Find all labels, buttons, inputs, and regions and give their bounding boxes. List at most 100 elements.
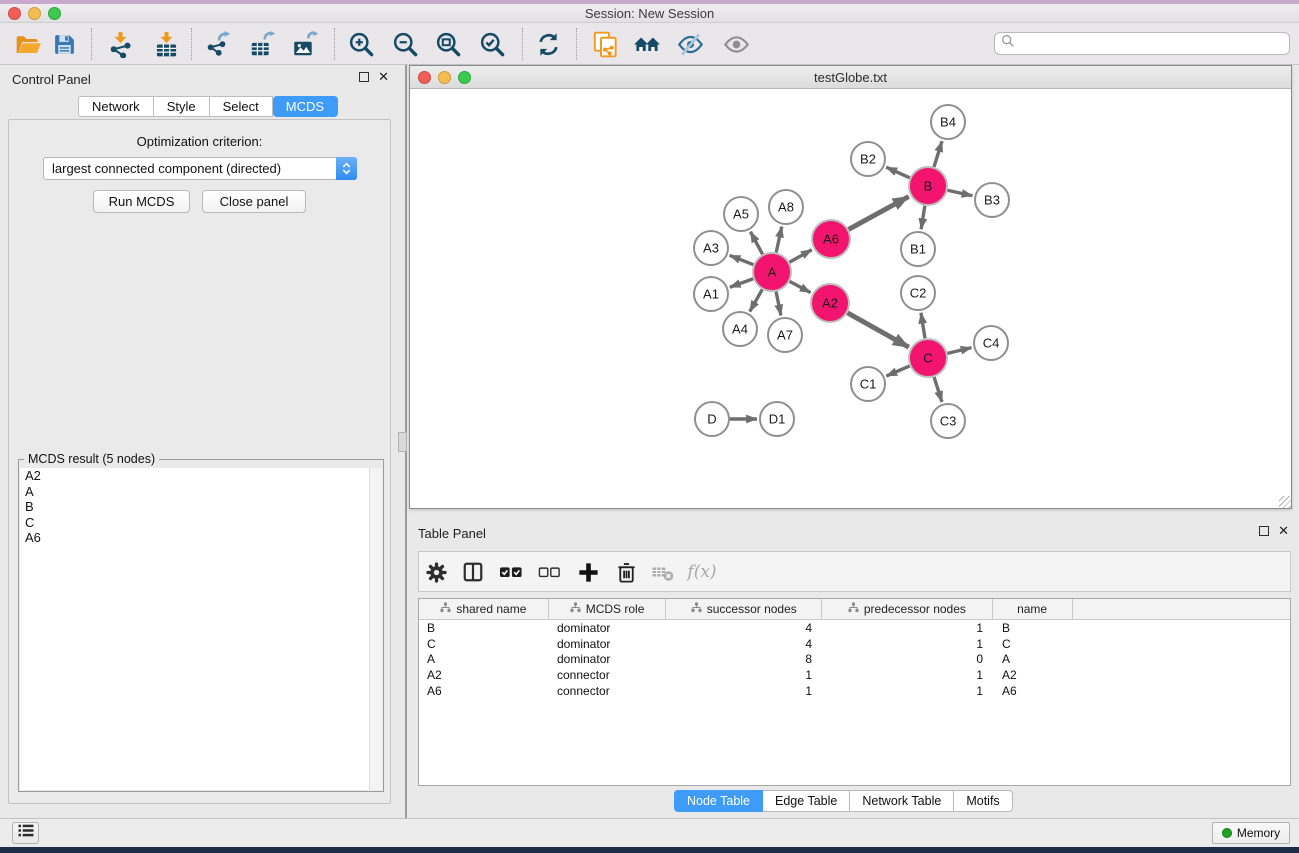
table-cell: A2 — [994, 668, 1074, 682]
graph-node-label: B1 — [910, 242, 926, 257]
graph-edge-B-B4[interactable] — [934, 141, 942, 167]
app-titlebar: Session: New Session — [0, 4, 1299, 23]
table-row[interactable]: A2connector11A2 — [419, 667, 1290, 683]
delete-table-icon — [647, 556, 679, 588]
tab-network-table[interactable]: Network Table — [850, 790, 954, 812]
graph-edge-A-A2[interactable] — [790, 281, 811, 292]
result-scrollbar[interactable] — [369, 468, 382, 790]
hide-selected-icon[interactable] — [672, 27, 708, 61]
tab-edge-table[interactable]: Edge Table — [763, 790, 850, 812]
result-item[interactable]: A — [20, 484, 382, 500]
desktop-wallpaper-bottom — [0, 847, 1299, 853]
resize-grip[interactable] — [1279, 496, 1291, 508]
table-row[interactable]: Bdominator41B — [419, 620, 1290, 636]
close-table-panel-icon[interactable]: ✕ — [1278, 526, 1289, 536]
table-row[interactable]: Adominator80A — [419, 651, 1290, 667]
graph-node-label: A7 — [777, 328, 793, 343]
export-image-icon[interactable] — [287, 27, 323, 61]
import-table-icon[interactable] — [148, 27, 184, 61]
graph-edge-A-A5[interactable] — [750, 232, 762, 255]
search-input[interactable] — [1019, 34, 1289, 53]
graph-edge-B-B2[interactable] — [886, 167, 910, 178]
export-table-icon[interactable] — [244, 27, 280, 61]
run-mcds-button[interactable]: Run MCDS — [93, 190, 190, 213]
graph-node-label: A6 — [823, 232, 839, 247]
mcds-result-title: MCDS result (5 nodes) — [24, 452, 159, 466]
criterion-dropdown[interactable]: largest connected component (directed) — [43, 157, 357, 180]
graph-edge-C-C4[interactable] — [947, 348, 971, 354]
open-session-icon[interactable] — [10, 27, 46, 61]
optimization-criterion-label: Optimization criterion: — [9, 134, 390, 149]
float-panel-icon[interactable] — [359, 72, 369, 82]
deselect-all-rows-icon[interactable] — [533, 556, 565, 588]
select-all-rows-icon[interactable] — [495, 556, 527, 588]
table-cell: A6 — [419, 684, 549, 698]
new-network-from-selection-icon[interactable] — [587, 27, 623, 61]
tab-mcds[interactable]: MCDS — [273, 96, 338, 117]
show-columns-icon[interactable] — [457, 556, 489, 588]
save-session-icon[interactable] — [46, 27, 82, 61]
result-item[interactable]: B — [20, 499, 382, 515]
graph-edge-A2-C[interactable] — [847, 313, 908, 347]
zoom-selected-icon[interactable] — [474, 27, 510, 61]
close-panel-icon[interactable]: ✕ — [378, 72, 389, 82]
graph-edge-A-A6[interactable] — [789, 250, 811, 262]
table-row[interactable]: A6connector11A6 — [419, 683, 1290, 699]
column-settings-icon[interactable] — [420, 556, 452, 588]
zoom-out-icon[interactable] — [387, 27, 423, 61]
splitter-grip[interactable] — [398, 432, 407, 452]
graph-edge-A-A7[interactable] — [776, 292, 781, 316]
column-header-predecessor-nodes[interactable]: predecessor nodes — [822, 599, 993, 619]
criterion-value: largest connected component (directed) — [44, 161, 336, 176]
close-panel-button[interactable]: Close panel — [202, 190, 306, 213]
graph-edge-B-B1[interactable] — [921, 206, 925, 229]
task-history-button[interactable] — [12, 822, 39, 844]
refresh-icon[interactable] — [530, 27, 566, 61]
graph-edge-A-A1[interactable] — [730, 279, 753, 287]
graph-edge-C-C2[interactable] — [921, 313, 925, 338]
zoom-fit-icon[interactable] — [430, 27, 466, 61]
float-table-panel-icon[interactable] — [1259, 526, 1269, 536]
table-panel-title: Table Panel — [418, 526, 486, 541]
table-cell: 0 — [823, 652, 994, 666]
graph-edge-C-C3[interactable] — [934, 377, 942, 402]
graph-edge-A-A4[interactable] — [750, 289, 762, 311]
tab-style[interactable]: Style — [154, 96, 210, 117]
column-header-shared-name[interactable]: shared name — [419, 599, 549, 619]
search-box[interactable] — [994, 32, 1290, 55]
tab-motifs[interactable]: Motifs — [954, 790, 1012, 812]
graph-edge-B-B3[interactable] — [948, 190, 973, 195]
create-column-icon[interactable] — [572, 556, 604, 588]
result-item[interactable]: A6 — [20, 530, 382, 546]
desktop: Session: New Session Control Panel ✕ Net… — [0, 0, 1299, 853]
graph-edge-A-A8[interactable] — [776, 227, 782, 253]
zoom-in-icon[interactable] — [343, 27, 379, 61]
import-network-icon[interactable] — [102, 27, 138, 61]
table-cell: A — [419, 652, 549, 666]
select-first-neighbors-icon[interactable] — [629, 27, 665, 61]
table-cell: C — [419, 637, 549, 651]
graph-edge-A-A3[interactable] — [730, 255, 754, 264]
column-header-MCDS-role[interactable]: MCDS role — [549, 599, 667, 619]
equation-builder-icon: f(x) — [686, 556, 718, 588]
tab-network[interactable]: Network — [78, 96, 154, 117]
result-item[interactable]: C — [20, 515, 382, 531]
graph-edge-A6-B[interactable] — [849, 197, 909, 230]
result-item[interactable]: A2 — [20, 468, 382, 484]
tab-node-table[interactable]: Node Table — [674, 790, 763, 812]
show-all-icon[interactable] — [718, 27, 754, 61]
column-header-name[interactable]: name — [993, 599, 1073, 619]
tab-select[interactable]: Select — [210, 96, 273, 117]
list-icon — [17, 823, 35, 843]
memory-button[interactable]: Memory — [1212, 822, 1290, 844]
network-canvas[interactable]: AA1A2A3A4A5A6A7A8BB1B2B3B4CC1C2C3C4DD1 — [410, 89, 1291, 508]
table-cell: A — [994, 652, 1074, 666]
control-panel-tabs: NetworkStyleSelectMCDS — [78, 96, 338, 117]
export-network-icon[interactable] — [200, 27, 236, 61]
graph-node-label: C1 — [860, 377, 877, 392]
graph-edge-C-C1[interactable] — [886, 366, 909, 376]
table-row[interactable]: Cdominator41C — [419, 636, 1290, 652]
delete-column-icon[interactable] — [610, 556, 642, 588]
column-header-successor-nodes[interactable]: successor nodes — [666, 599, 822, 619]
graph-node-label: A5 — [733, 207, 749, 222]
